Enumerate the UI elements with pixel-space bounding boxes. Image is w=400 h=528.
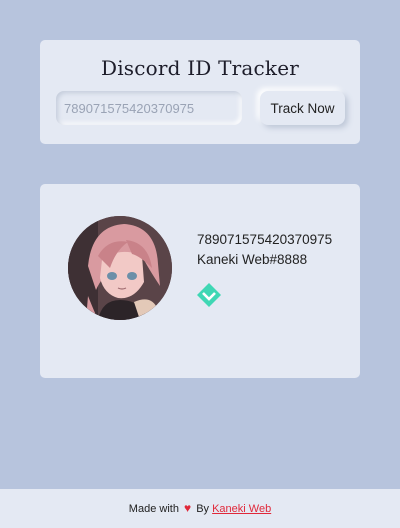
footer-made-with: Made with [128,503,179,515]
discord-id-input[interactable] [56,91,242,125]
anime-avatar-icon [68,216,172,320]
profile-card: 789071575420370975 Kaneki Web#8888 [40,184,360,378]
search-card: Discord ID Tracker Track Now [40,40,360,144]
footer: Made with ♥ By Kaneki Web [0,489,400,528]
avatar [68,216,172,320]
heart-icon: ♥ [184,501,192,515]
track-now-button[interactable]: Track Now [260,91,345,125]
page-title: Discord ID Tracker [100,56,300,80]
username-text: Kaneki Web#8888 [197,252,308,267]
user-id-text: 789071575420370975 [197,232,333,247]
author-link[interactable]: Kaneki Web [212,503,271,515]
footer-by: By [196,503,210,515]
hypesquad-balance-badge-icon [196,282,222,308]
